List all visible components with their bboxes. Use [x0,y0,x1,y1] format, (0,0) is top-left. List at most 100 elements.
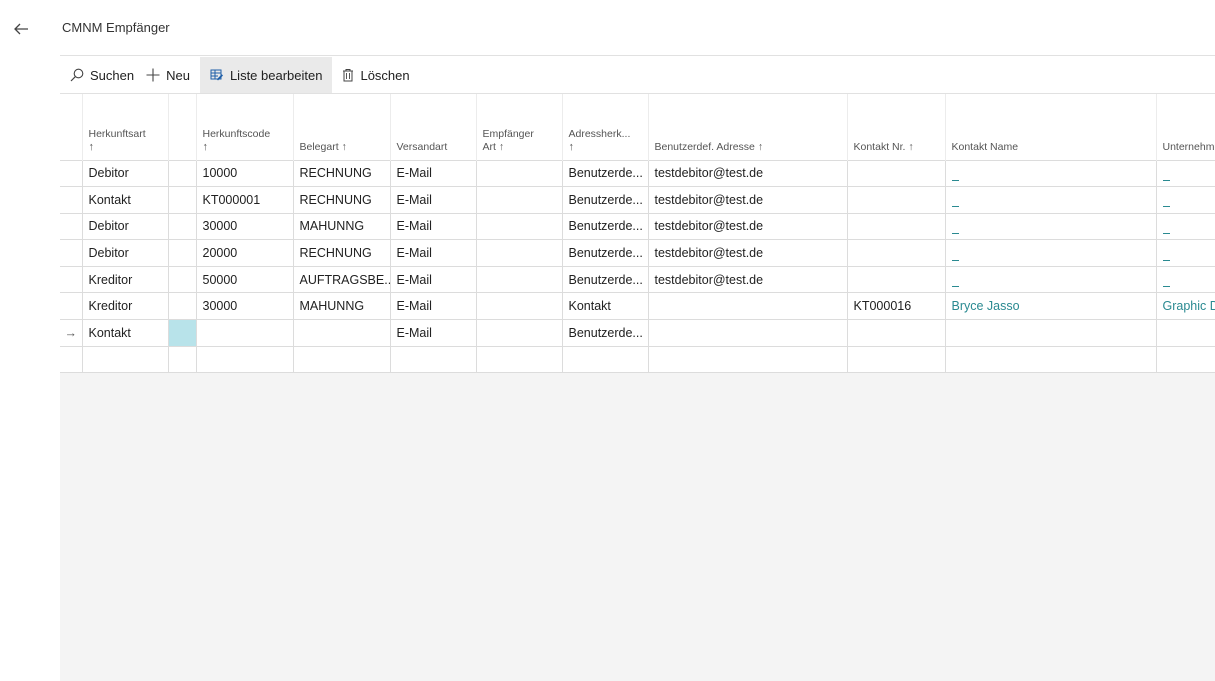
column-header-empfaenger-art[interactable]: Empfänger Art ↑ [476,94,563,160]
column-header-adressherkunft[interactable]: Adressherk... ↑ [562,94,649,160]
cell-kontakt-nr[interactable] [847,213,946,241]
cell-adressherkunft[interactable]: Benutzerde... [562,266,649,294]
cell-herkunftscode[interactable]: 50000 [196,266,294,294]
cell-versandart[interactable]: E-Mail [390,186,477,214]
table-row-empty[interactable] [60,346,1215,373]
cell-blank[interactable] [168,266,197,294]
cell-blank[interactable] [168,213,197,241]
cell-kontakt-name[interactable] [945,319,1157,347]
cell-adresse[interactable] [648,346,848,373]
new-button[interactable]: Neu [144,57,200,93]
cell-herkunftsart[interactable]: Kreditor [82,292,169,321]
cell-kontakt-nr[interactable] [847,346,946,373]
cell-adresse[interactable]: testdebitor@test.de [648,213,848,241]
column-header-versandart[interactable]: Versandart [390,94,477,160]
cell-empfaenger-art[interactable] [476,292,563,321]
cell-unternehmen[interactable]: Graphic Design [1156,292,1215,321]
cell-versandart[interactable]: E-Mail [390,266,477,294]
cell-adressherkunft[interactable]: Benutzerde... [562,239,649,267]
cell-belegart[interactable]: MAHUNNG [293,292,391,321]
cell-unternehmen[interactable] [1156,266,1215,294]
cell-unternehmen[interactable] [1156,346,1215,373]
cell-kontakt-nr[interactable] [847,266,946,294]
table-row[interactable]: Debitor 30000 MAHUNNG E-Mail Benutzerde.… [60,213,1215,241]
cell-kontakt-name[interactable] [945,239,1157,267]
edit-list-button[interactable]: Liste bearbeiten [199,57,333,93]
cell-kontakt-name[interactable]: Bryce Jasso [945,292,1157,321]
column-header-kontakt-name[interactable]: Kontakt Name [945,94,1157,160]
empty-link[interactable] [951,179,959,181]
column-header-unternehmen[interactable]: Unternehmen [1156,94,1215,160]
table-row-active[interactable]: → Kontakt E-Mail Benutzerde... [60,319,1215,347]
cell-kontakt-nr[interactable] [847,319,946,347]
cell-kontakt-nr[interactable] [847,239,946,267]
cell-adressherkunft[interactable] [562,346,649,373]
cell-empfaenger-art[interactable] [476,159,563,188]
cell-kontakt-nr[interactable] [847,186,946,214]
empty-link[interactable] [1162,232,1170,234]
cell-adressherkunft[interactable]: Benutzerde... [562,213,649,241]
empty-link[interactable] [951,232,959,234]
cell-blank[interactable] [168,292,197,321]
cell-unternehmen[interactable] [1156,319,1215,347]
cell-empfaenger-art[interactable] [476,186,563,214]
column-header-kontakt-nr[interactable]: Kontakt Nr. ↑ [847,94,946,160]
cell-kontakt-name[interactable] [945,186,1157,214]
cell-herkunftsart[interactable]: Debitor [82,239,169,267]
empty-link[interactable] [1162,259,1170,261]
cell-kontakt-name[interactable] [945,266,1157,294]
cell-empfaenger-art[interactable] [476,319,563,347]
table-row[interactable]: Kreditor 50000 AUFTRAGSBE... E-Mail Benu… [60,266,1215,294]
cell-herkunftscode[interactable]: 30000 [196,213,294,241]
cell-unternehmen[interactable] [1156,159,1215,188]
cell-belegart[interactable]: MAHUNNG [293,213,391,241]
cell-versandart[interactable]: E-Mail [390,213,477,241]
cell-blank[interactable] [168,186,197,214]
empty-link[interactable] [951,286,959,288]
empty-link[interactable] [951,259,959,261]
cell-herkunftscode[interactable]: 30000 [196,292,294,321]
cell-kontakt-nr[interactable] [847,159,946,188]
cell-adresse[interactable]: testdebitor@test.de [648,159,848,188]
cell-kontakt-name[interactable] [945,159,1157,188]
cell-adressherkunft[interactable]: Benutzerde... [562,319,649,347]
cell-adressherkunft[interactable]: Kontakt [562,292,649,321]
cell-unternehmen[interactable] [1156,186,1215,214]
cell-versandart[interactable]: E-Mail [390,292,477,321]
cell-empfaenger-art[interactable] [476,346,563,373]
cell-herkunftscode[interactable]: 20000 [196,239,294,267]
cell-herkunftsart[interactable]: Kontakt [82,186,169,214]
cell-kontakt-name[interactable] [945,346,1157,373]
cell-blank[interactable] [168,159,197,188]
table-row[interactable]: Debitor 20000 RECHNUNG E-Mail Benutzerde… [60,239,1215,267]
column-header-belegart[interactable]: Belegart ↑ [293,94,391,160]
cell-selected[interactable] [168,319,197,347]
cell-adresse[interactable] [648,319,848,347]
column-header-herkunftscode[interactable]: Herkunftscode ↑ [196,94,294,160]
cell-empfaenger-art[interactable] [476,213,563,241]
empty-link[interactable] [1162,206,1170,208]
cell-herkunftsart[interactable] [82,346,169,373]
cell-herkunftscode[interactable]: 10000 [196,159,294,188]
cell-herkunftsart[interactable]: Kreditor [82,266,169,294]
cell-herkunftscode[interactable]: KT000001 [196,186,294,214]
cell-belegart[interactable] [293,346,391,373]
cell-belegart[interactable] [293,319,391,347]
delete-button[interactable]: Löschen [332,57,419,93]
cell-belegart[interactable]: RECHNUNG [293,239,391,267]
back-button[interactable] [8,16,34,42]
empty-link[interactable] [951,206,959,208]
column-header-adresse[interactable]: Benutzerdef. Adresse ↑ [648,94,848,160]
cell-adresse[interactable]: testdebitor@test.de [648,239,848,267]
cell-herkunftsart[interactable]: Debitor [82,213,169,241]
table-row[interactable]: Kreditor 30000 MAHUNNG E-Mail Kontakt KT… [60,292,1215,321]
empty-link[interactable] [1162,286,1170,288]
cell-empfaenger-art[interactable] [476,266,563,294]
cell-adressherkunft[interactable]: Benutzerde... [562,159,649,188]
cell-versandart[interactable] [390,346,477,373]
cell-kontakt-name[interactable] [945,213,1157,241]
cell-versandart[interactable]: E-Mail [390,159,477,188]
cell-herkunftscode[interactable] [196,319,294,347]
cell-herkunftscode[interactable] [196,346,294,373]
cell-herkunftsart[interactable]: Debitor [82,159,169,188]
